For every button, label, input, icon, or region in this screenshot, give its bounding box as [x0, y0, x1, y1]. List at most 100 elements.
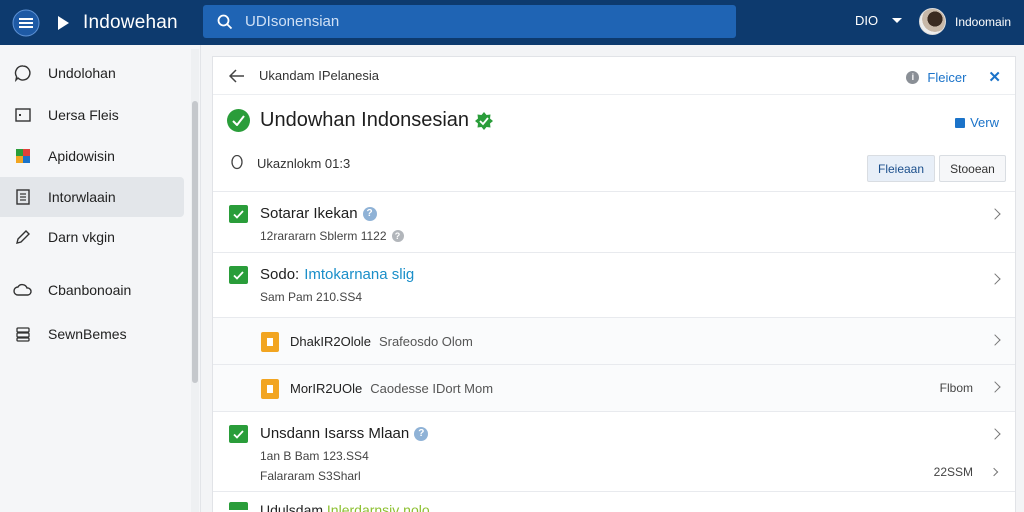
sidebar-item-sewnbemes[interactable]: SewnBemes [0, 314, 184, 354]
row-meta: Sam Pam 210.SS4 [260, 290, 362, 304]
row-meta-text: Sam Pam 210.SS4 [260, 290, 363, 304]
subitem-name: MorIR2UOle [290, 381, 363, 396]
breadcrumb: Ukandam IPelanesia [259, 68, 379, 83]
chevron-right-icon[interactable] [989, 334, 1001, 346]
help-icon[interactable]: ? [362, 206, 377, 221]
back-arrow-icon[interactable] [229, 68, 245, 83]
sidebar-scrollbar[interactable] [191, 49, 199, 512]
chat-bubble-icon [13, 63, 33, 83]
subtitle: Ukaznlokm 01:3 [257, 156, 351, 171]
item-list: Sotarar Ikekan ? 12rarararn Sblerm 1122 … [213, 191, 1015, 512]
check-circle-icon [227, 109, 250, 132]
top-bar: Indowehan DIO Indoomain [0, 0, 1024, 45]
subitem-name: DhakIR2Olole [290, 334, 371, 349]
sidebar-item-undolohan[interactable]: Undolohan [0, 53, 184, 93]
menu-logo-icon[interactable] [6, 0, 46, 45]
app-tile-icon [13, 146, 33, 166]
subitem-label: MorIR2UOle Caodesse IDort Mom [290, 381, 493, 396]
subitem-value: Flbom [939, 381, 973, 395]
document-icon [261, 332, 279, 352]
verified-badge-icon [475, 111, 494, 130]
frame-icon [13, 105, 33, 125]
sidebar-item-label: Cbanbonoain [48, 282, 132, 298]
pen-icon [13, 227, 33, 247]
info-icon: i [906, 70, 920, 84]
checkbox-checked-icon[interactable] [229, 425, 248, 443]
subitem-detail: Srafeosdo Olom [378, 334, 473, 349]
sidebar-item-apidowisin[interactable]: Apidowisin [0, 136, 184, 176]
row-title: Sodo: Imtokarnana slig [260, 266, 414, 283]
page-title: Undowhan Indonsesian [260, 109, 470, 131]
row-title: Sotarar Ikekan ? [260, 205, 377, 222]
chevron-small-icon[interactable] [989, 467, 999, 477]
sidebar-item-label: Uersa Fleis [48, 107, 119, 123]
view-button[interactable]: Verw [955, 115, 999, 130]
sidebar-item-label: Intorwlaain [48, 189, 116, 205]
primary-button[interactable]: Fleieaan [867, 155, 935, 182]
sidebar: Undolohan Uersa Fleis Apidowisin Intorwl… [0, 45, 201, 512]
row-title-link[interactable]: Imtokarnana slig [304, 266, 414, 283]
stack-icon [13, 324, 33, 344]
row-title: Unsdann Isarss Mlaan ? [260, 425, 429, 442]
view-label: Verw [970, 115, 999, 130]
cloud-icon [13, 280, 33, 300]
row-meta-text: 1an B Bam 123.SS4 [260, 449, 369, 463]
list-subitem[interactable]: DhakIR2Olole Srafeosdo Olom [213, 317, 1015, 364]
app-title: Indowehan [83, 11, 178, 33]
row-title-link[interactable]: Inlerdarnsiv nolo [327, 502, 430, 512]
user-name: Indoomain [955, 14, 1012, 29]
sidebar-item-uersa-fleis[interactable]: Uersa Fleis [0, 95, 184, 135]
sidebar-item-label: Apidowisin [48, 148, 115, 164]
row-meta-text: 12rarararn Sblerm 1122 [260, 229, 387, 243]
chevron-right-icon[interactable] [989, 208, 1001, 220]
chevron-down-icon [892, 18, 903, 23]
subitem-label: DhakIR2Olole Srafeosdo Olom [290, 334, 473, 349]
row-meta: 1an B Bam 123.SS4 [260, 449, 369, 463]
search-icon [217, 14, 233, 29]
checkbox-checked-icon[interactable] [229, 266, 248, 284]
filter-link[interactable]: Fleicer [927, 70, 966, 85]
location-pin-icon [231, 155, 243, 170]
secondary-button[interactable]: Stooean [939, 155, 1006, 182]
list-item[interactable]: Unsdann Isarss Mlaan ? 1an B Bam 123.SS4… [213, 411, 1015, 491]
row-title-text: Sodo: [260, 266, 300, 283]
row-value: 22SSM [933, 465, 973, 479]
avatar[interactable] [919, 8, 946, 35]
row-title-text: Sotarar Ikekan [260, 205, 358, 222]
list-subitem[interactable]: MorIR2UOle Caodesse IDort Mom Flbom [213, 364, 1015, 411]
document-icon [261, 379, 279, 399]
search-input[interactable] [245, 13, 725, 30]
list-item[interactable]: Udulsdam Inlerdarnsiv nolo [213, 491, 1015, 512]
play-icon [58, 15, 69, 30]
chevron-right-icon[interactable] [989, 428, 1001, 440]
language-selector[interactable]: DIO [855, 13, 903, 28]
chevron-right-icon[interactable] [989, 381, 1001, 393]
list-doc-icon [13, 187, 33, 207]
close-icon[interactable]: ✕ [988, 68, 1001, 86]
subtitle-row: Ukaznlokm 01:3 [231, 155, 350, 172]
view-icon [955, 117, 966, 128]
scrollbar-thumb[interactable] [192, 101, 198, 383]
row-meta-secondary: Falararam S3Sharl [260, 469, 361, 483]
checkbox-checked-icon[interactable] [229, 502, 248, 510]
checkbox-checked-icon[interactable] [229, 205, 248, 223]
user-menu[interactable]: Indoomain [919, 8, 1011, 35]
chevron-right-icon[interactable] [989, 273, 1001, 285]
row-title-text: Udulsdam [260, 502, 324, 512]
help-icon[interactable]: ? [391, 230, 404, 242]
list-item[interactable]: Sodo: Imtokarnana slig Sam Pam 210.SS4 [213, 252, 1015, 317]
sidebar-item-cbanbonoain[interactable]: Cbanbonoain [0, 270, 184, 310]
subitem-detail: Caodesse IDort Mom [370, 381, 494, 396]
sidebar-item-label: SewnBemes [48, 326, 127, 342]
language-label: DIO [855, 13, 879, 28]
title-row: Undowhan Indonsesian [227, 109, 494, 132]
list-item[interactable]: Sotarar Ikekan ? 12rarararn Sblerm 1122 … [213, 191, 1015, 252]
help-icon[interactable]: ? [414, 426, 429, 441]
sidebar-item-intorwlaain[interactable]: Intorwlaain [0, 177, 184, 217]
row-title: Udulsdam Inlerdarnsiv nolo [260, 502, 430, 512]
sidebar-item-darn-vkgin[interactable]: Darn vkgin [0, 217, 184, 257]
sidebar-item-label: Undolohan [48, 65, 116, 81]
search-bar[interactable] [203, 5, 736, 38]
panel-header: Ukandam IPelanesia i Fleicer ✕ [213, 57, 1015, 95]
row-meta: 12rarararn Sblerm 1122 ? [260, 229, 404, 243]
